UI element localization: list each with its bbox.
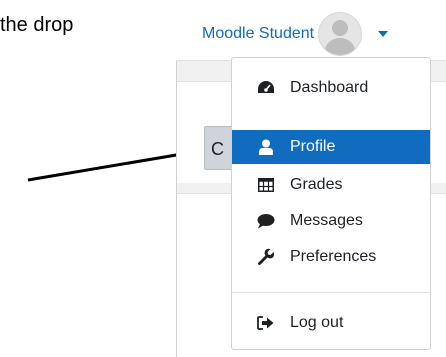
menu-item-label: Dashboard	[290, 79, 369, 96]
content-left-border	[176, 61, 177, 357]
user-menu-toggle[interactable]: Moodle Student	[202, 12, 389, 56]
grades-table-icon	[256, 175, 276, 195]
wrench-icon	[256, 247, 276, 267]
menu-item-label: Log out	[290, 314, 344, 331]
menu-divider	[232, 292, 430, 293]
menu-item-grades[interactable]: Grades	[232, 168, 430, 202]
menu-item-label: Messages	[290, 212, 363, 229]
avatar	[318, 12, 363, 56]
user-dropdown-menu: Dashboard Profile Grades Messages Prefer…	[231, 57, 431, 350]
menu-item-label: Profile	[290, 138, 336, 155]
dashboard-icon	[256, 78, 276, 98]
menu-item-profile[interactable]: Profile	[232, 130, 430, 164]
sign-out-icon	[256, 313, 276, 333]
menu-item-preferences[interactable]: Preferences	[232, 240, 430, 274]
user-icon	[256, 137, 276, 157]
message-bubble-icon	[256, 211, 276, 231]
menu-item-messages[interactable]: Messages	[232, 204, 430, 238]
menu-item-label: Preferences	[290, 248, 377, 265]
user-name: Moodle Student	[202, 25, 315, 42]
menu-item-logout[interactable]: Log out	[232, 306, 430, 340]
chevron-down-icon	[378, 31, 389, 37]
menu-item-dashboard[interactable]: Dashboard	[232, 71, 430, 105]
moodle-screen: C Moodle Student Dashboard Profile Grade…	[176, 0, 446, 357]
menu-item-label: Grades	[290, 176, 343, 193]
